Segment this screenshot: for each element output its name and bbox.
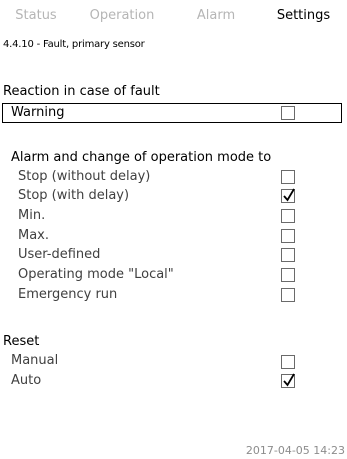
option-stop-with-delay: Stop (with delay) bbox=[18, 188, 130, 203]
alarm-section-title: Alarm and change of operation mode to bbox=[11, 150, 272, 165]
option-emergency-run: Emergency run bbox=[18, 287, 118, 302]
warning-checkbox[interactable] bbox=[281, 106, 295, 120]
option-stop-without-delay: Stop (without delay) bbox=[18, 169, 151, 184]
tab-operation[interactable]: Operation bbox=[72, 0, 172, 31]
tab-status[interactable]: Status bbox=[0, 0, 72, 31]
stop-without-delay-checkbox[interactable] bbox=[281, 170, 295, 184]
operating-mode-local-checkbox[interactable] bbox=[281, 268, 295, 282]
user-defined-checkbox[interactable] bbox=[281, 248, 295, 262]
auto-checkbox[interactable] bbox=[281, 373, 295, 388]
stop-with-delay-checkbox[interactable] bbox=[281, 188, 295, 203]
option-operating-mode-local: Operating mode "Local" bbox=[18, 267, 174, 282]
max-checkbox[interactable] bbox=[281, 229, 295, 243]
min-checkbox[interactable] bbox=[281, 209, 295, 223]
tab-alarm[interactable]: Alarm bbox=[172, 0, 260, 31]
tab-bar: Status Operation Alarm Settings bbox=[0, 0, 347, 31]
checkmark-icon bbox=[283, 188, 295, 202]
reaction-section-title: Reaction in case of fault bbox=[3, 84, 160, 99]
option-user-defined: User-defined bbox=[18, 247, 101, 262]
warning-label: Warning bbox=[11, 105, 65, 120]
option-auto: Auto bbox=[11, 373, 42, 388]
emergency-run-checkbox[interactable] bbox=[281, 288, 295, 302]
option-max: Max. bbox=[18, 228, 50, 243]
manual-checkbox[interactable] bbox=[281, 355, 295, 369]
option-manual: Manual bbox=[11, 353, 59, 368]
menu-path: 4.4.10 - Fault, primary sensor bbox=[3, 39, 145, 50]
checkmark-icon bbox=[283, 373, 295, 387]
reset-section-title: Reset bbox=[3, 334, 40, 349]
tab-settings[interactable]: Settings bbox=[260, 0, 347, 31]
option-min: Min. bbox=[18, 208, 46, 223]
datetime: 2017-04-05 14:23 bbox=[245, 444, 345, 457]
